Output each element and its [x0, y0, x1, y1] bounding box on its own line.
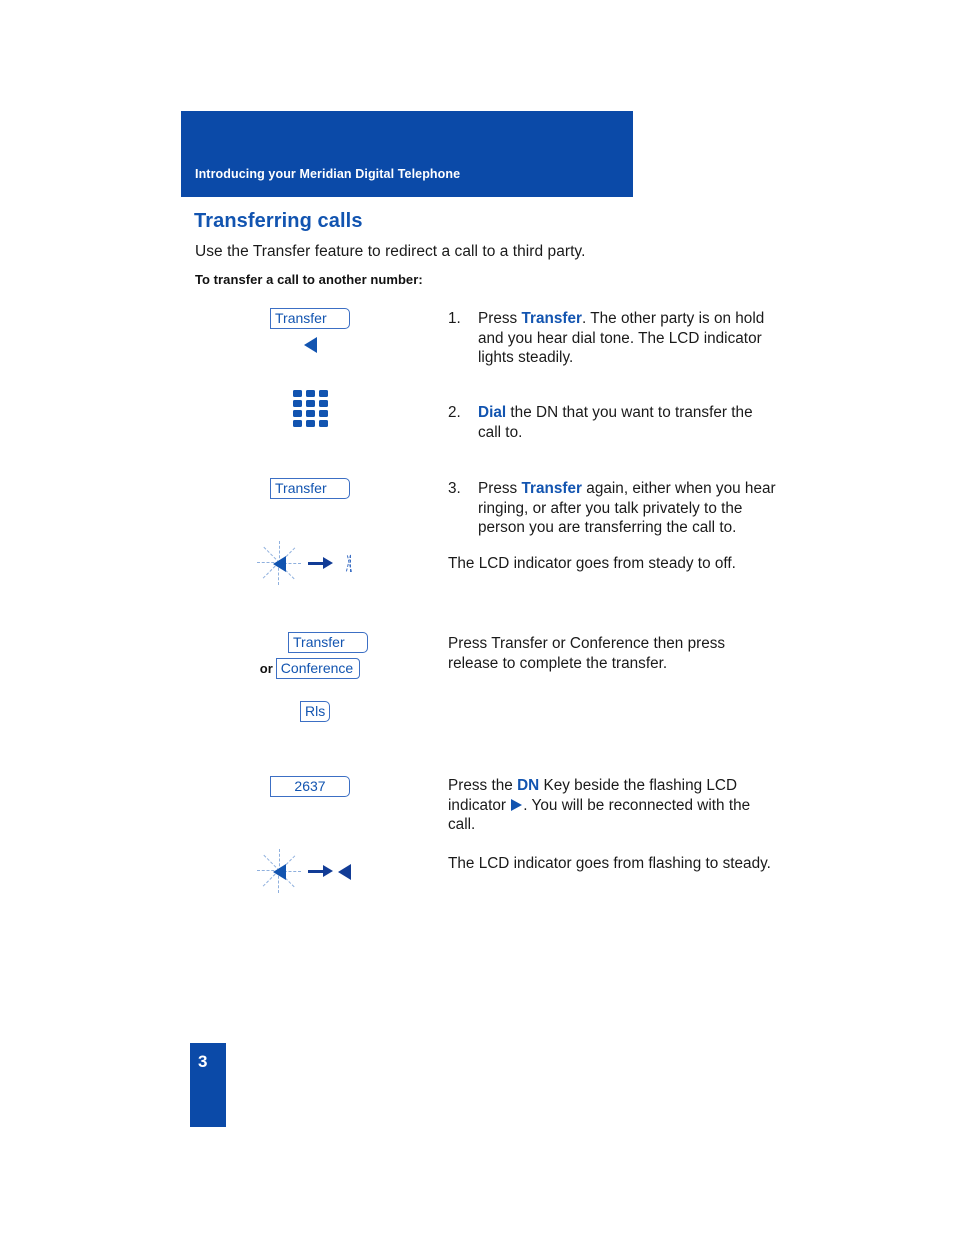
dn-key-icon-group: 2637: [190, 776, 430, 797]
transfer-or-conference-text: Press Transfer or Conference then press …: [448, 635, 726, 672]
page-title: Transferring calls: [194, 210, 363, 232]
arrow-right-icon-2: [308, 865, 334, 879]
lcd-steady-to-off-icon: [250, 535, 370, 593]
reconnect-keyword: DN: [517, 777, 540, 794]
step-2-text: 2. Dial the DN that you want to transfer…: [448, 403, 778, 442]
step-1-keyword: Transfer: [521, 310, 583, 327]
procedure-subheading: To transfer a call to another number:: [195, 272, 423, 287]
arrow-right-icon: [308, 557, 334, 571]
document-page: Introducing your Meridian Digital Teleph…: [0, 0, 954, 1235]
lcd-flashing-to-steady-caption: The LCD indicator goes from flashing to …: [448, 855, 771, 872]
running-header-bar: Introducing your Meridian Digital Teleph…: [181, 111, 633, 197]
transfer-key-icon-2: Transfer: [270, 478, 350, 499]
step-1-text-before: Press: [478, 310, 522, 327]
step-3-keyword: Transfer: [521, 480, 583, 497]
lcd-indicator-steady-icon: [190, 337, 430, 358]
flashing-lcd-icon-2: [257, 849, 302, 894]
intro-paragraph: Use the Transfer feature to redirect a c…: [195, 243, 586, 260]
or-label: or: [259, 661, 273, 676]
step-3-number: 3.: [448, 480, 461, 497]
lcd-steady-to-off-caption: The LCD indicator goes from steady to of…: [448, 555, 736, 572]
lcd-flashing-to-steady-icon: [250, 843, 370, 901]
page-number-tab: 3: [190, 1043, 226, 1127]
lcd-steady-to-off-icon-group: [190, 535, 430, 598]
step-3-text-before: Press: [478, 480, 522, 497]
step-2-icon-group: [190, 388, 430, 433]
release-key-icon: Rls: [300, 701, 330, 722]
step-1-icon-group: Transfer: [190, 308, 430, 358]
transfer-key-icon: Transfer: [270, 308, 350, 329]
dn-key-icon: 2637: [270, 776, 350, 797]
step-1-number: 1.: [448, 310, 461, 327]
step-2-keyword: Dial: [478, 404, 507, 421]
step-3-text: 3. Press Transfer again, either when you…: [448, 479, 778, 538]
page-number: 3: [198, 1052, 208, 1071]
lcd-flashing-to-steady-icon-group: [190, 843, 430, 906]
triangle-right-icon: [511, 798, 523, 811]
transfer-key-icon-3: Transfer: [288, 632, 368, 653]
transfer-or-conference-icon-group: Transfer or Conference Rls: [190, 632, 430, 722]
lcd-steady-icon: [338, 864, 351, 880]
triangle-left-icon: [303, 337, 317, 353]
dial-pad-icon: [291, 388, 330, 428]
step-2-number: 2.: [448, 404, 461, 421]
flashing-lcd-icon: [257, 541, 302, 586]
step-1-text: 1. Press Transfer. The other party is on…: [448, 309, 778, 368]
step-3-icon-group: Transfer: [190, 478, 430, 499]
lcd-off-icon: [338, 554, 352, 572]
step-2-text-after: the DN that you want to transfer the cal…: [478, 404, 753, 441]
reconnect-text-before: Press the: [448, 777, 518, 794]
conference-key-icon: Conference: [275, 658, 361, 679]
reconnect-text: Press the DN Key beside the flashing LCD…: [448, 776, 778, 835]
running-header-title: Introducing your Meridian Digital Teleph…: [195, 167, 461, 181]
